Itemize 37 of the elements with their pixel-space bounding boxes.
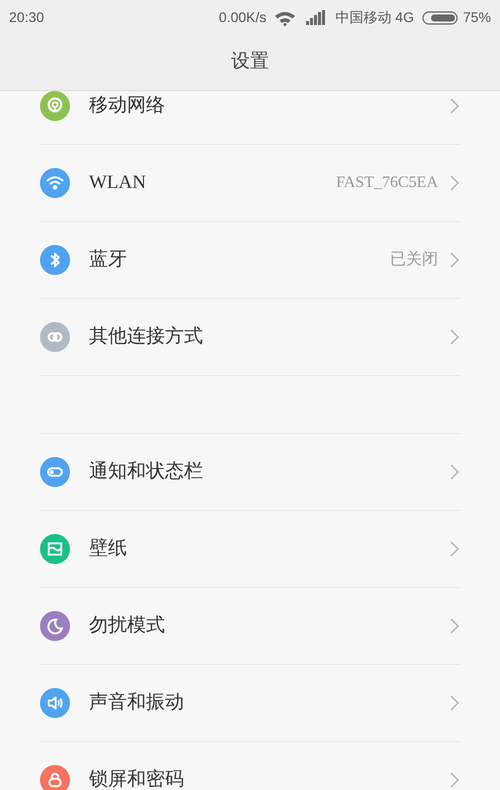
chevron-icon xyxy=(450,175,459,191)
settings-row[interactable]: 通知和状态栏 xyxy=(0,434,500,511)
status-time: 20:30 xyxy=(9,8,44,27)
row-label: 通知和状态栏 xyxy=(89,460,203,484)
settings-row[interactable]: 壁纸 xyxy=(0,511,500,588)
chevron-icon xyxy=(450,464,459,480)
chevron-icon xyxy=(450,329,459,345)
chevron-icon xyxy=(450,541,459,557)
settings-row[interactable]: 声音和振动 xyxy=(0,665,500,742)
chevron-icon xyxy=(450,772,459,788)
page-title: 设置 xyxy=(231,50,269,74)
row-label: 其他连接方式 xyxy=(89,324,203,349)
carrier-name: 中国移动 4G xyxy=(335,8,414,27)
settings-row[interactable]: 移动网络 xyxy=(0,91,500,145)
settings-row[interactable]: WLAN FAST_76C5EA xyxy=(0,145,500,222)
wifi-icon xyxy=(274,10,296,26)
row-label: 声音和振动 xyxy=(89,690,184,715)
battery-percent: 75% xyxy=(462,8,491,27)
chevron-icon xyxy=(450,98,459,114)
row-value: FAST_76C5EA xyxy=(336,173,438,193)
settings-row[interactable]: 勿扰模式 xyxy=(0,588,500,665)
settings-row[interactable]: 锁屏和密码 xyxy=(0,742,500,790)
chevron-icon xyxy=(450,618,459,634)
row-label: 壁纸 xyxy=(89,536,127,561)
chevron-icon xyxy=(450,252,459,268)
row-label: 锁屏和密码 xyxy=(89,768,184,790)
settings-row[interactable]: 其他连接方式 xyxy=(0,299,500,376)
row-label: 移动网络 xyxy=(89,94,165,118)
row-value: 已关闭 xyxy=(390,250,438,270)
row-label: 勿扰模式 xyxy=(89,614,165,638)
signal-icon xyxy=(306,10,326,25)
settings-row[interactable]: 蓝牙 已关闭 xyxy=(0,222,500,299)
network-speed: 0.00K/s xyxy=(218,8,266,27)
row-label: 蓝牙 xyxy=(89,248,127,272)
battery-icon xyxy=(422,10,459,24)
chevron-icon xyxy=(450,695,459,711)
row-label: WLAN xyxy=(89,170,146,195)
